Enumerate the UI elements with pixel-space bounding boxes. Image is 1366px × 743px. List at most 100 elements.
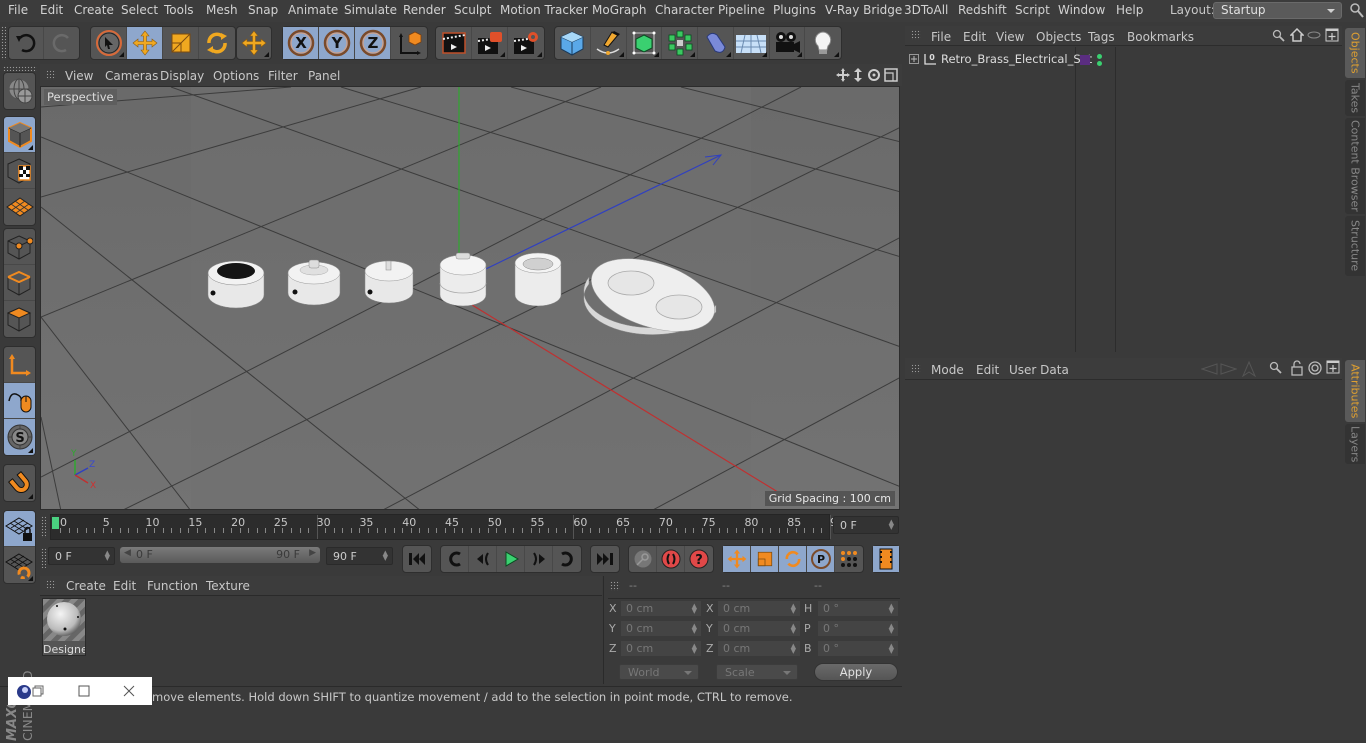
menu-file[interactable]: File	[8, 3, 28, 17]
menu-simulate[interactable]: Simulate	[344, 3, 397, 17]
pan-view-icon[interactable]	[836, 68, 850, 82]
transform-mode-dropdown[interactable]: Scale	[716, 664, 798, 680]
key-position-button[interactable]	[723, 546, 751, 572]
new-panel-icon[interactable]	[1325, 28, 1339, 42]
floor-button[interactable]	[734, 27, 770, 59]
tab-objects[interactable]: Objects	[1345, 28, 1365, 78]
range-left-arrow-icon[interactable]: ◀	[124, 548, 131, 558]
rot-b-field[interactable]: 0 ° ▲ ▼	[817, 640, 899, 657]
scale-tool-button[interactable]	[163, 27, 199, 59]
toolbar-grip[interactable]	[1, 26, 6, 60]
cloner-button[interactable]	[662, 27, 698, 59]
key-rotation-button[interactable]	[779, 546, 807, 572]
object-menu-bookmarks[interactable]: Bookmarks	[1127, 30, 1194, 44]
render-settings-button[interactable]	[508, 27, 544, 59]
key-parameter-button[interactable]: P	[807, 546, 835, 572]
object-socket-1[interactable]	[207, 260, 265, 309]
coordinate-space-dropdown[interactable]: World	[619, 664, 699, 680]
lock-workplane-button[interactable]	[4, 511, 35, 547]
menu-help[interactable]: Help	[1116, 3, 1143, 17]
attribute-menu-edit[interactable]: Edit	[976, 363, 999, 377]
object-menu-objects[interactable]: Objects	[1036, 30, 1081, 44]
menu-script[interactable]: Script	[1015, 3, 1050, 17]
light-button[interactable]	[805, 27, 841, 59]
search-icon[interactable]	[1350, 2, 1364, 18]
live-selection-button[interactable]	[91, 27, 127, 59]
search-icon[interactable]	[1269, 361, 1283, 375]
transport-grip[interactable]	[41, 548, 46, 568]
range-right-arrow-icon[interactable]: ▶	[309, 548, 316, 558]
rotate-tool-button[interactable]	[199, 27, 235, 59]
viewport-menu-view[interactable]: View	[65, 69, 93, 83]
back-forward-arrows-icon[interactable]	[1201, 362, 1237, 376]
key-pla-button[interactable]	[835, 546, 863, 572]
maximize-view-icon[interactable]	[884, 68, 898, 82]
end-frame-field[interactable]: 90 F ▲ ▼	[326, 547, 393, 565]
panel-grip[interactable]	[46, 70, 56, 80]
play-button[interactable]	[497, 546, 525, 572]
next-keyframe-button[interactable]	[553, 546, 581, 572]
viewport-menu-cameras[interactable]: Cameras	[105, 69, 158, 83]
size-y-field[interactable]: 0 cm ▲ ▼	[717, 620, 801, 637]
tab-structure[interactable]: Structure	[1345, 216, 1365, 276]
close-icon[interactable]	[123, 685, 135, 697]
menu-mograph[interactable]: MoGraph	[592, 3, 647, 17]
make-editable-button[interactable]	[4, 73, 35, 109]
rotate-view-icon[interactable]	[867, 68, 881, 82]
maximize-icon[interactable]	[78, 685, 90, 697]
menu-vray-bridge[interactable]: V-Ray Bridge	[825, 3, 902, 17]
goto-end-button[interactable]	[591, 546, 619, 572]
viewport-menu-panel[interactable]: Panel	[308, 69, 340, 83]
redo-button[interactable]	[44, 27, 79, 59]
coordinate-system-button[interactable]	[391, 27, 427, 59]
material-menu-edit[interactable]: Edit	[113, 579, 136, 593]
y-axis-button[interactable]: Y	[319, 27, 355, 59]
unlock-icon[interactable]	[1291, 360, 1303, 376]
current-frame-field[interactable]: 0 F ▲ ▼	[833, 516, 899, 534]
timeline-grip[interactable]	[41, 516, 46, 538]
panel-grip[interactable]	[610, 581, 620, 591]
menu-window[interactable]: Window	[1058, 3, 1105, 17]
size-z-field[interactable]: 0 cm ▲ ▼	[717, 640, 801, 657]
menu-select[interactable]: Select	[121, 3, 158, 17]
snap-button[interactable]: S	[4, 419, 35, 455]
timeline-ruler[interactable]: 051015202530354045505560657075808590	[50, 514, 844, 540]
polygons-mode-button[interactable]	[4, 301, 35, 337]
magnet-button[interactable]	[4, 465, 35, 501]
material-item[interactable]: Designe	[42, 598, 86, 656]
menu-redshift[interactable]: Redshift	[958, 3, 1007, 17]
axis-mode-button[interactable]	[4, 347, 35, 383]
up-arrow-icon[interactable]	[1242, 361, 1256, 377]
pos-z-field[interactable]: 0 cm ▲ ▼	[620, 640, 702, 657]
edges-mode-button[interactable]	[4, 265, 35, 301]
material-menu-create[interactable]: Create	[66, 579, 106, 593]
rot-h-field[interactable]: 0 ° ▲ ▼	[817, 600, 899, 617]
menu-character[interactable]: Character	[655, 3, 714, 17]
menu-snap[interactable]: Snap	[248, 3, 278, 17]
material-menu-function[interactable]: Function	[147, 579, 198, 593]
keyframe-selection-button[interactable]: ?	[685, 546, 713, 572]
menu-create[interactable]: Create	[74, 3, 114, 17]
prev-keyframe-button[interactable]	[441, 546, 469, 572]
subdivision-button[interactable]	[627, 27, 663, 59]
key-scale-button[interactable]	[751, 546, 779, 572]
toolbar-grip[interactable]	[3, 66, 37, 71]
spinner-icon[interactable]: ▲ ▼	[889, 519, 894, 531]
timeline-button[interactable]	[873, 546, 899, 572]
object-name[interactable]: Retro_Brass_Electrical_Set	[941, 52, 1092, 66]
pos-x-field[interactable]: 0 cm ▲ ▼	[620, 600, 702, 617]
zoom-view-icon[interactable]	[852, 68, 864, 82]
render-view-button[interactable]	[436, 27, 472, 59]
cube-button[interactable]	[555, 27, 591, 59]
3d-viewport[interactable]: Perspective Y Z X Grid Spacing : 100 cm	[40, 86, 900, 510]
playhead[interactable]	[52, 517, 59, 529]
menu-sculpt[interactable]: Sculpt	[454, 3, 491, 17]
menu-animate[interactable]: Animate	[288, 3, 338, 17]
autokey-button[interactable]	[657, 546, 685, 572]
rot-p-field[interactable]: 0 ° ▲ ▼	[817, 620, 899, 637]
move-tool-button[interactable]	[127, 27, 163, 59]
viewport-menu-options[interactable]: Options	[213, 69, 259, 83]
panel-grip[interactable]	[911, 364, 921, 374]
z-axis-button[interactable]: Z	[355, 27, 391, 59]
menu-mesh[interactable]: Mesh	[206, 3, 238, 17]
